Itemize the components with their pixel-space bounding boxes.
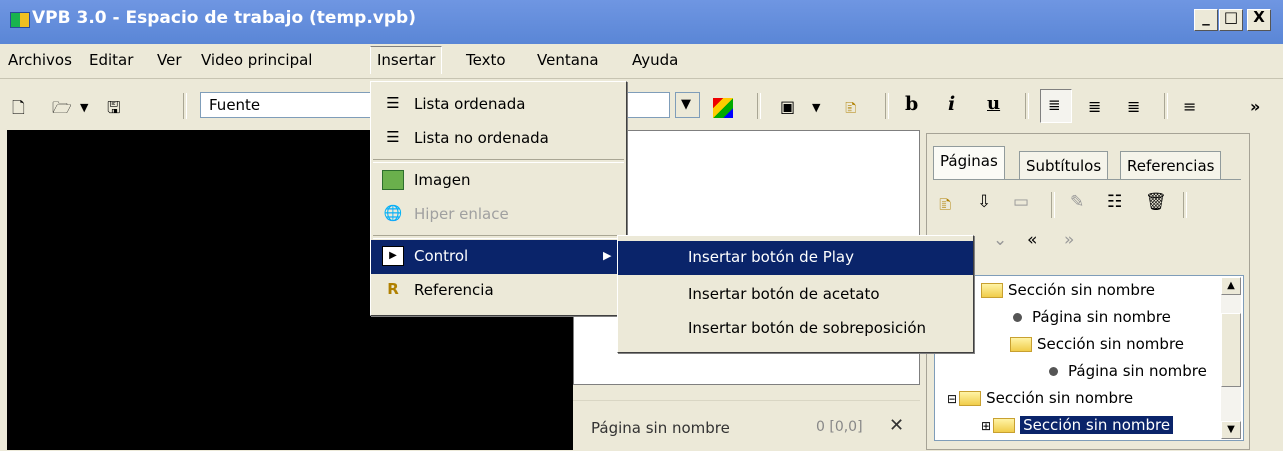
editor-status-bar: Página sin nombre 0 [0,0] ✕ xyxy=(573,400,920,451)
move-down-icon[interactable]: ⌄ xyxy=(993,230,1007,250)
menu-separator xyxy=(373,159,624,163)
close-button[interactable]: X xyxy=(1247,8,1271,31)
menu-archivos[interactable]: Archivos xyxy=(8,51,72,69)
control-submenu: Insertar botón de Play Insertar botón de… xyxy=(617,235,974,353)
font-dropdown-button[interactable]: ▼ xyxy=(675,92,700,118)
menu-video-principal[interactable]: Video principal xyxy=(201,51,312,69)
panel-separator xyxy=(1051,192,1055,218)
tree-scrollbar[interactable]: ▲ ▼ xyxy=(1221,277,1241,439)
page-bullet-icon xyxy=(1013,313,1022,322)
align-center-icon[interactable]: ≣ xyxy=(1088,97,1101,116)
control-icon: ▶ xyxy=(382,246,404,266)
insert-control-icon[interactable]: ▣ xyxy=(780,97,795,116)
indent-icon[interactable]: ≡ xyxy=(1183,97,1196,116)
minimize-button[interactable]: _ xyxy=(1194,8,1218,31)
menu-texto[interactable]: Texto xyxy=(466,51,506,69)
page-tree[interactable]: Sección sin nombre Página sin nombre Sec… xyxy=(934,275,1244,441)
menu-ventana[interactable]: Ventana xyxy=(537,51,599,69)
toolbar-separator xyxy=(183,93,187,119)
menu-insertar[interactable]: Insertar xyxy=(370,46,443,74)
toolbar-separator xyxy=(885,93,889,119)
toolbar-overflow-icon[interactable]: » xyxy=(1250,97,1260,116)
insert-menu: ☰ Lista ordenada ☰ Lista no ordenada Ima… xyxy=(370,81,627,316)
underline-button[interactable]: u xyxy=(987,93,1000,114)
toolbar-separator xyxy=(1025,93,1029,119)
menu-item-control[interactable]: ▶ Control ▶ xyxy=(371,240,626,274)
tree-item-section[interactable]: Sección sin nombre xyxy=(1010,335,1184,353)
align-right-icon[interactable]: ≣ xyxy=(1127,97,1140,116)
menu-item-hiper-enlace[interactable]: 🌐 Hiper enlace xyxy=(371,198,626,232)
title-bar: VPB 3.0 - Espacio de trabajo (temp.vpb) … xyxy=(0,0,1283,44)
open-folder-icon[interactable]: 🗁 xyxy=(52,97,72,124)
ordered-list-icon: ☰ xyxy=(386,94,400,112)
scroll-down-icon[interactable]: ▼ xyxy=(1221,421,1241,439)
collapse-icon[interactable]: ⊟ xyxy=(947,392,957,406)
panel-separator xyxy=(1183,192,1187,218)
open-dropdown-icon[interactable]: ▼ xyxy=(80,101,88,114)
unordered-list-icon: ☰ xyxy=(386,128,400,146)
reference-icon: R xyxy=(387,280,399,298)
add-section-icon[interactable]: ▭ xyxy=(1013,192,1029,212)
folder-open-icon xyxy=(993,418,1016,433)
menu-editar[interactable]: Editar xyxy=(89,51,133,69)
menu-ver[interactable]: Ver xyxy=(157,51,182,69)
tree-item-page[interactable]: Página sin nombre xyxy=(1013,308,1171,326)
tree-item-page[interactable]: Página sin nombre xyxy=(1049,362,1207,380)
import-icon[interactable]: ⇩ xyxy=(977,192,991,212)
menu-item-referencia[interactable]: R Referencia xyxy=(371,274,626,308)
scroll-up-icon[interactable]: ▲ xyxy=(1221,277,1241,295)
window-title: VPB 3.0 - Espacio de trabajo (temp.vpb) xyxy=(32,8,416,28)
page-name-label: Página sin nombre xyxy=(591,419,730,437)
menu-ayuda[interactable]: Ayuda xyxy=(632,51,678,69)
menu-item-imagen[interactable]: Imagen xyxy=(371,164,626,198)
delete-icon[interactable]: 🗑 xyxy=(1145,192,1167,212)
submenu-arrow-icon: ▶ xyxy=(603,249,612,262)
save-icon[interactable]: 🖫 xyxy=(107,97,121,124)
maximize-button[interactable]: □ xyxy=(1219,8,1243,31)
tab-referencias[interactable]: Referencias xyxy=(1120,151,1222,179)
submenu-item-play[interactable]: Insertar botón de Play xyxy=(618,241,973,275)
tab-paginas[interactable]: Páginas xyxy=(933,146,1005,180)
menu-separator xyxy=(373,235,624,239)
italic-button[interactable]: i xyxy=(948,93,955,115)
properties-icon[interactable]: ☷ xyxy=(1107,192,1122,212)
folder-icon xyxy=(981,283,1003,298)
menu-bar: Archivos Editar Ver Video principal Inse… xyxy=(0,44,1283,79)
submenu-item-acetato[interactable]: Insertar botón de acetato xyxy=(618,278,973,312)
menu-item-lista-ordenada[interactable]: ☰ Lista ordenada xyxy=(371,88,626,122)
toolbar-separator xyxy=(757,93,761,119)
scroll-thumb[interactable] xyxy=(1221,313,1241,387)
folder-icon xyxy=(1010,337,1032,352)
align-left-icon: ≣ xyxy=(1048,96,1061,114)
toolbar: 🗋 🗁 ▼ 🖫 Fuente ▼ ▣ ▼ 🗈 b i u ≣ ≣ ≣ ≡ » xyxy=(0,79,1283,129)
toolbar-separator xyxy=(1164,93,1168,119)
indent-right-icon[interactable]: » xyxy=(1064,230,1074,250)
edit-icon[interactable]: ✎ xyxy=(1070,192,1084,212)
tab-subtitulos[interactable]: Subtítulos xyxy=(1019,151,1109,179)
align-left-button[interactable]: ≣ xyxy=(1040,89,1072,123)
app-icon xyxy=(10,12,30,28)
expand-icon[interactable]: ⊞ xyxy=(981,419,991,433)
insert-reference-icon[interactable]: 🗈 xyxy=(845,97,857,124)
tab-border xyxy=(933,179,1241,180)
tree-item-section[interactable]: Sección sin nombre xyxy=(981,281,1155,299)
menu-item-lista-no-ordenada[interactable]: ☰ Lista no ordenada xyxy=(371,122,626,156)
coordinates-label: 0 [0,0] xyxy=(816,419,863,435)
bold-button[interactable]: b xyxy=(905,93,918,115)
color-picker-icon[interactable] xyxy=(713,98,733,118)
control-dropdown-icon[interactable]: ▼ xyxy=(812,101,820,114)
page-bullet-icon xyxy=(1049,367,1058,376)
close-page-icon[interactable]: ✕ xyxy=(889,415,904,436)
submenu-item-sobreposicion[interactable]: Insertar botón de sobreposición xyxy=(618,312,973,346)
image-icon xyxy=(382,170,404,190)
new-document-icon[interactable]: 🗋 xyxy=(12,97,25,124)
folder-icon xyxy=(959,391,982,406)
tree-item-section-selected[interactable]: ⊞ Sección sin nombre xyxy=(981,416,1174,434)
hyperlink-icon: 🌐 xyxy=(383,204,403,222)
tree-item-section[interactable]: ⊟ Sección sin nombre xyxy=(947,389,1133,407)
add-page-icon[interactable]: 🗈 xyxy=(939,192,951,221)
outdent-icon[interactable]: « xyxy=(1027,230,1037,250)
